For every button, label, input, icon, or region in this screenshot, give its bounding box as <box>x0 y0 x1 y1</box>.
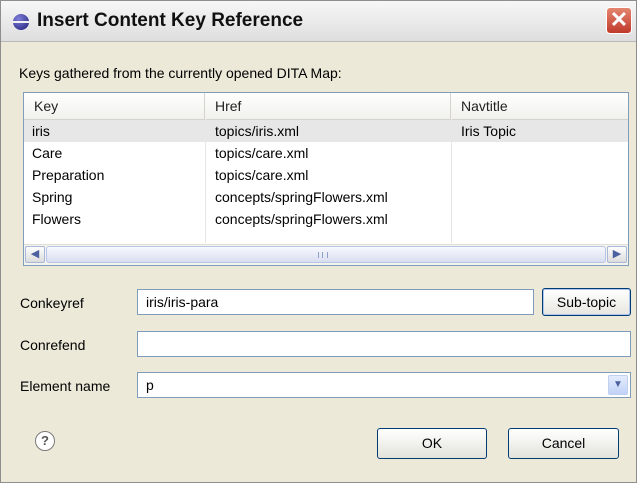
element-name-dropdown[interactable]: p ▼ <box>137 372 631 398</box>
cell-key: Flowers <box>32 211 82 227</box>
title-bar[interactable]: Insert Content Key Reference ✕ <box>1 1 636 42</box>
sub-topic-button[interactable]: Sub-topic <box>542 288 631 316</box>
cell-href: concepts/springFlowers.xml <box>215 189 388 205</box>
table-header: Key Href Navtitle <box>24 93 628 120</box>
cell-key: Preparation <box>32 167 105 183</box>
element-name-value: p <box>146 377 154 393</box>
column-header-href[interactable]: Href <box>205 93 451 119</box>
scroll-left-icon[interactable]: ◀ <box>25 246 45 263</box>
cell-href: topics/care.xml <box>215 145 309 161</box>
table-row[interactable]: Preparation topics/care.xml <box>24 164 628 186</box>
insert-content-key-reference-dialog: Insert Content Key Reference ✕ Keys gath… <box>0 0 637 483</box>
cell-href: topics/care.xml <box>215 167 309 183</box>
cell-href: concepts/springFlowers.xml <box>215 211 388 227</box>
table-row[interactable]: Care topics/care.xml <box>24 142 628 164</box>
scroll-thumb[interactable] <box>46 246 606 263</box>
cell-key: Care <box>32 145 63 161</box>
grip-icon <box>318 252 328 258</box>
dialog-title: Insert Content Key Reference <box>37 10 304 31</box>
cell-navtitle: Iris Topic <box>461 123 516 139</box>
table-row[interactable]: Flowers concepts/springFlowers.xml <box>24 208 628 230</box>
table-row[interactable]: iris topics/iris.xml Iris Topic <box>24 120 628 142</box>
keys-label: Keys gathered from the currently opened … <box>19 65 342 81</box>
cell-navtitle <box>453 186 461 208</box>
cell-key: Spring <box>32 189 73 205</box>
cell-key: iris <box>32 123 50 139</box>
chevron-down-icon[interactable]: ▼ <box>608 375 628 395</box>
close-icon[interactable]: ✕ <box>606 7 632 34</box>
conkeyref-label: Conkeyref <box>20 295 84 311</box>
table-row[interactable]: Spring concepts/springFlowers.xml <box>24 186 628 208</box>
ok-button[interactable]: OK <box>377 428 487 459</box>
element-name-label: Element name <box>20 378 111 394</box>
cell-navtitle <box>453 164 461 186</box>
column-header-key[interactable]: Key <box>24 93 205 119</box>
conrefend-label: Conrefend <box>20 337 86 353</box>
cancel-button[interactable]: Cancel <box>508 428 619 459</box>
keys-table: Key Href Navtitle iris topics/iris.xml I… <box>23 92 629 266</box>
help-icon[interactable]: ? <box>35 431 55 451</box>
cell-navtitle <box>453 142 461 164</box>
column-header-navtitle[interactable]: Navtitle <box>451 93 628 119</box>
scroll-right-icon[interactable]: ▶ <box>607 246 627 263</box>
conrefend-input[interactable] <box>137 331 631 357</box>
dialog-icon <box>13 14 29 30</box>
cell-navtitle <box>453 208 461 230</box>
conkeyref-input[interactable]: iris/iris-para <box>137 289 534 315</box>
horizontal-scrollbar[interactable]: ◀ ▶ <box>24 244 628 265</box>
cell-href: topics/iris.xml <box>215 123 300 139</box>
